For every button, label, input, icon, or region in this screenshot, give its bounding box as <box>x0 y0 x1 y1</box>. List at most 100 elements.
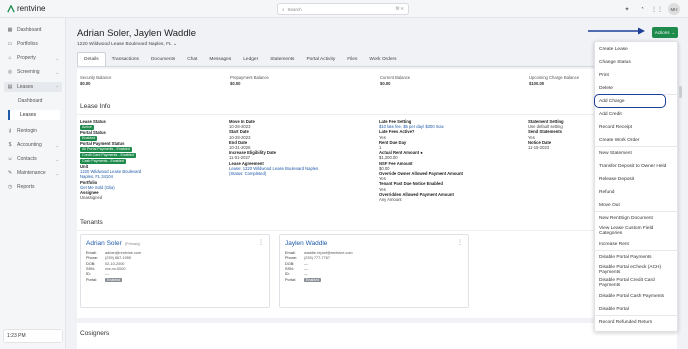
field-label: Send Statements <box>528 129 562 135</box>
menu-item-record-refunded-return[interactable]: Record Refunded Return <box>598 317 652 327</box>
tab-files[interactable]: Files <box>341 52 363 66</box>
tenant-name[interactable]: Jaylen Waddle <box>285 240 327 247</box>
menu-item-disable-credit-card-payments[interactable]: Disable Portal Credit Card Payments <box>598 278 677 288</box>
actions-menu: Create Lease Change Status Print Delete … <box>594 41 679 332</box>
sidebar-item-contacts[interactable]: ☺ Contacts ⌄ <box>4 154 62 164</box>
lease-info-column-2: Move In Date 10-28-2023 Start Date 10-28… <box>229 119 318 176</box>
menu-item-new-rentsign-document[interactable]: New RentSign Document <box>598 213 653 223</box>
sparkle-icon[interactable]: ✦ <box>623 5 631 13</box>
tenant-card[interactable]: Adrian Soler (Primary) ⋮ Email: adrian@ren… <box>80 234 270 308</box>
balance-value: $0.00 <box>380 81 391 86</box>
tenant-email[interactable]: waddle.report@rentvine.com <box>304 251 353 255</box>
menu-item-add-credit[interactable]: Add Credit <box>598 109 622 119</box>
sidebar-subitem-leases[interactable]: Leases <box>8 110 60 120</box>
field-label: Override Owner Allowed Payment Amount <box>379 171 463 177</box>
status-badge: All Portal Payments - Enabled <box>80 147 132 152</box>
menu-item-create-lease[interactable]: Create Lease <box>598 44 628 54</box>
menu-item-create-work-order[interactable]: Create Work Order <box>598 135 639 145</box>
lease-icon: ▤ <box>7 84 13 90</box>
menu-item-disable-portal-payments[interactable]: Disable Portal Payments <box>598 252 652 262</box>
rentvine-logo[interactable]: rentvine <box>7 4 45 13</box>
menu-divider <box>595 211 679 212</box>
menu-item-print[interactable]: Print <box>598 70 609 80</box>
tenant-dob: 02-10-2000 <box>105 261 125 266</box>
cosigners-card: Cosigners <box>77 323 677 349</box>
tab-transactions[interactable]: Transactions <box>106 52 145 66</box>
sidebar-item-rentogin[interactable]: ⚷ Rentogin <box>4 126 62 136</box>
bell-icon[interactable]: ◔ <box>638 5 646 13</box>
sidebar-item-accounting[interactable]: $ Accounting ⌄ <box>4 140 62 150</box>
status-badge: Cash Payments - Enabled <box>80 159 126 164</box>
menu-item-release-deposit[interactable]: Release Deposit <box>598 174 634 184</box>
wrench-icon: ✎ <box>7 170 13 176</box>
screening-icon: ◎ <box>7 69 13 75</box>
balance-label: Security Balance <box>80 75 112 80</box>
tab-details[interactable]: Details <box>77 52 106 66</box>
more-options-icon[interactable]: ⋮ <box>258 239 264 246</box>
tab-chat[interactable]: Chat <box>181 52 203 66</box>
menu-item-transfer-deposit[interactable]: Transfer Deposit to Owner Held <box>598 161 666 171</box>
sidebar-item-label: Reports <box>17 184 35 190</box>
tenant-card[interactable]: Jaylen Waddle ⋮ Email: waddle.report@rent… <box>279 234 469 308</box>
grid-icon[interactable]: ⋮⋮ <box>651 5 663 13</box>
chevron-down-icon: ⌄ <box>55 170 59 176</box>
menu-item-disable-echeck-payments[interactable]: Disable Portal eCheck (ACH) Payments <box>598 265 677 275</box>
menu-item-record-receipt[interactable]: Record Receipt <box>598 122 632 132</box>
field-value: Unassigned <box>80 195 103 201</box>
lease-address[interactable]: 1220 Wildwood Lease Boulevard Naples, FL… <box>77 42 177 47</box>
menu-item-increase-rent[interactable]: Increase Rent <box>598 239 629 249</box>
tab-bar: Details Transactions Documents Chat Mess… <box>77 52 403 66</box>
tab-statements[interactable]: Statements <box>264 52 300 66</box>
contacts-icon: ☺ <box>7 156 13 162</box>
avatar[interactable]: MH <box>668 3 680 15</box>
agreement-status: (Status: Completed) <box>229 171 267 177</box>
menu-item-change-status[interactable]: Change Status <box>598 57 631 67</box>
sidebar: ▦ Dashboard ▭ Portfolios ⌂ Property ⌄ ◎ Scree… <box>0 18 66 349</box>
balance-value: $0.00 <box>230 81 241 86</box>
menu-item-disable-cash-payments[interactable]: Disable Portal Cash Payments <box>598 291 664 301</box>
top-bar: rentvine ⌕ Search ⌘ K ✦ ◔ ⋮⋮ MH <box>0 0 688 18</box>
sidebar-item-portfolios[interactable]: ▭ Portfolios <box>4 39 62 49</box>
balance-label: Current Balance <box>380 75 411 80</box>
highlight-annotation <box>594 94 666 108</box>
tab-work-orders[interactable]: Work Orders <box>363 52 402 66</box>
clock-display: 1:23 PM <box>3 329 63 343</box>
tab-portal-activity[interactable]: Portal Activity <box>300 52 341 66</box>
scrollbar-thumb[interactable] <box>679 86 682 98</box>
menu-item-new-statement[interactable]: New Statement <box>598 148 632 158</box>
menu-item-delete[interactable]: Delete <box>598 83 613 93</box>
menu-item-view-custom-field-categories[interactable]: View Lease Custom Field Categories <box>598 226 677 236</box>
tenant-details: Email: waddle.report@rentvine.com Phone:(… <box>285 251 353 283</box>
chevron-up-icon: ⌃ <box>55 84 59 90</box>
tenant-phone: (239) 777-7767 <box>304 256 330 261</box>
info-icon[interactable]: ● <box>420 150 423 155</box>
tab-messages[interactable]: Messages <box>203 52 237 66</box>
sidebar-item-reports[interactable]: ◷ Reports <box>4 182 62 192</box>
sidebar-item-screening[interactable]: ◎ Screening ⌄ <box>4 67 62 77</box>
balance-value: $0.00 <box>80 81 91 86</box>
chevron-down-icon: ⌄ <box>55 142 59 148</box>
more-options-icon[interactable]: ⋮ <box>457 239 463 246</box>
key-icon: ⚷ <box>8 128 12 134</box>
menu-item-refund[interactable]: Refund <box>598 187 614 197</box>
logo-text: rentvine <box>17 4 46 13</box>
actions-label: Actions <box>654 30 670 35</box>
tab-documents[interactable]: Documents <box>145 52 181 66</box>
tenant-email[interactable]: adrian@rentvine.com <box>105 251 141 255</box>
tenants-title: Tenants <box>80 219 103 226</box>
menu-item-move-out[interactable]: Move Out <box>598 200 620 210</box>
sidebar-item-maintenance[interactable]: ✎ Maintenance ⌄ <box>4 168 62 178</box>
tenant-name[interactable]: Adrian Soler <box>86 240 122 247</box>
sidebar-item-dashboard[interactable]: ▦ Dashboard <box>4 25 62 35</box>
search-input[interactable]: ⌕ Search ⌘ K <box>277 3 409 15</box>
tenant-dob: — <box>304 261 308 266</box>
menu-item-disable-portal[interactable]: Disable Portal <box>598 304 629 314</box>
sidebar-item-property[interactable]: ⌂ Property ⌄ <box>4 53 62 63</box>
sidebar-subitem-dashboard[interactable]: Dashboard <box>8 96 60 106</box>
actions-button[interactable]: Actions ⌄ <box>652 27 678 38</box>
primary-badge: (Primary) <box>124 242 141 246</box>
menu-divider <box>595 146 679 147</box>
balance-label: Prepayment Balance <box>230 75 269 80</box>
sidebar-item-leases[interactable]: ▤ Leases ⌃ <box>4 82 62 92</box>
tab-ledger[interactable]: Ledger <box>237 52 264 66</box>
